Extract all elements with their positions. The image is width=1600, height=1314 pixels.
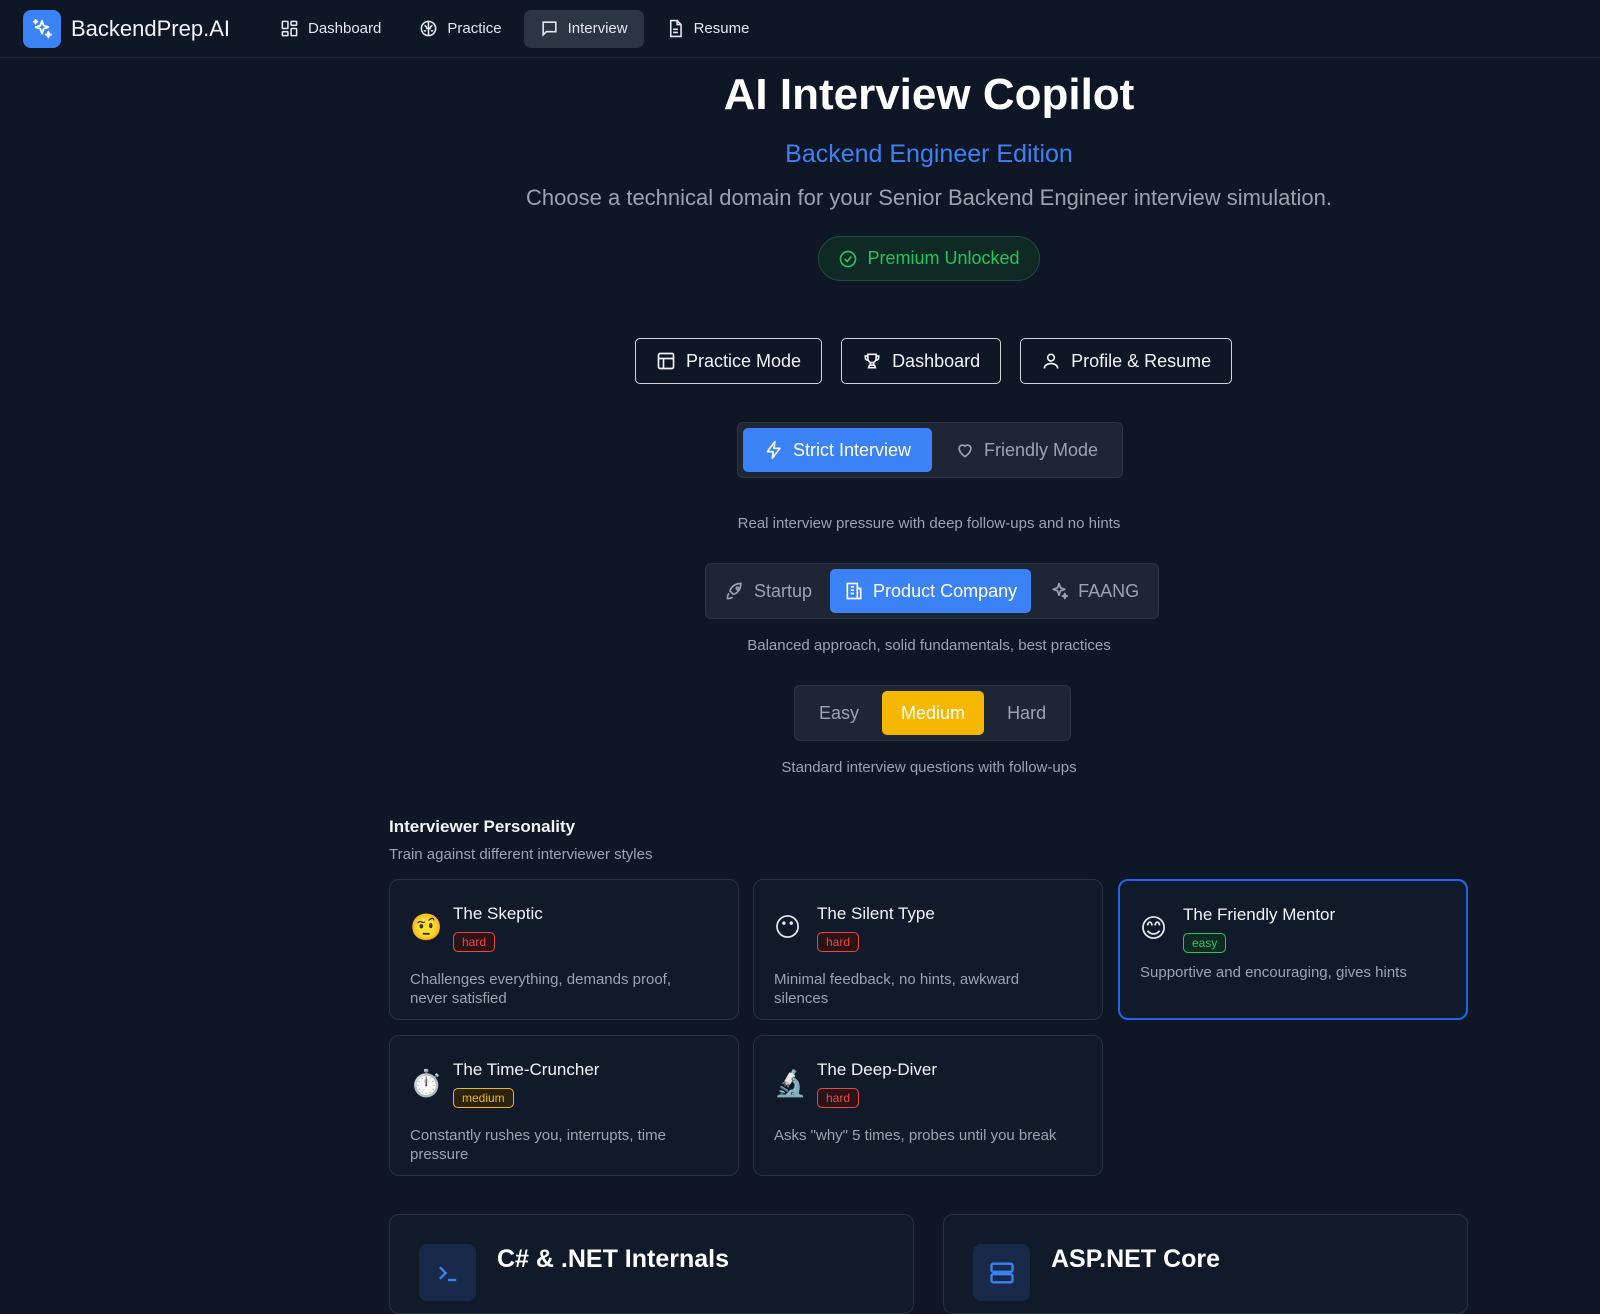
domain-card-aspnet[interactable]: ASP.NET Core (943, 1214, 1468, 1314)
difficulty-badge: hard (817, 932, 860, 952)
terminal-icon (419, 1244, 476, 1301)
premium-badge: Premium Unlocked (818, 236, 1040, 281)
nav-label: Resume (693, 20, 750, 37)
skeptic-face-icon: 🤨 (410, 912, 443, 942)
option-label: Friendly Mode (983, 439, 1099, 460)
personality-card-deep-diver[interactable]: 🔬 The Deep-Diver hard Asks "why" 5 times… (753, 1035, 1103, 1176)
building-icon (846, 582, 862, 600)
trophy-icon (864, 353, 880, 369)
sparkles-icon (23, 9, 61, 48)
difficulty-toggle: Easy Medium Hard (794, 685, 1072, 741)
nav-item-practice[interactable]: Practice (403, 10, 517, 48)
option-label: Startup (754, 580, 813, 601)
nav-item-interview[interactable]: Interview (523, 9, 644, 48)
personality-card-silent-type[interactable]: 😶 The Silent Type hard Minimal feedback,… (753, 879, 1103, 1020)
personality-card-friendly-mentor[interactable]: 😊 The Friendly Mentor easy Supportive an… (1118, 879, 1468, 1020)
profile-resume-button[interactable]: Profile & Resume (1020, 338, 1233, 384)
brain-icon (420, 20, 437, 37)
card-description: Minimal feedback, no hints, awkward sile… (774, 971, 1020, 1007)
check-circle-icon (840, 250, 857, 267)
faang-option[interactable]: FAANG (1035, 569, 1153, 613)
page-description: Choose a technical domain for your Senio… (526, 185, 1332, 210)
nav-label: Dashboard (307, 20, 382, 37)
difficulty-badge: hard (817, 1088, 860, 1108)
section-title: Interviewer Personality (389, 817, 576, 836)
difficulty-caption: Standard interview questions with follow… (781, 759, 1077, 776)
page-title: AI Interview Copilot (723, 70, 1135, 119)
top-navigation-bar: BackendPrep.AI Dashboard Practice Interv… (0, 0, 1600, 58)
user-icon (1043, 353, 1059, 369)
card-title: The Time-Cruncher (453, 1060, 600, 1079)
button-label: Dashboard (892, 350, 981, 371)
card-description: Challenges everything, demands proof, ne… (410, 971, 671, 1007)
section-subtitle: Train against different interviewer styl… (389, 846, 653, 863)
grid-icon (281, 20, 298, 37)
chat-icon (541, 21, 557, 37)
domain-title: C# & .NET Internals (497, 1245, 729, 1273)
friendly-mode-option[interactable]: Friendly Mode (936, 428, 1117, 472)
layout-icon (657, 352, 675, 370)
difficulty-badge: hard (453, 932, 496, 952)
card-description: Supportive and encouraging, gives hints (1140, 964, 1407, 981)
dashboard-button[interactable]: Dashboard (841, 338, 1002, 384)
company-type-caption: Balanced approach, solid fundamentals, b… (747, 637, 1111, 654)
strict-interview-option[interactable]: Strict Interview (743, 428, 932, 472)
difficulty-badge: easy (1183, 933, 1227, 953)
interview-mode-caption: Real interview pressure with deep follow… (737, 515, 1121, 532)
nav-item-dashboard[interactable]: Dashboard (264, 10, 397, 48)
personality-card-time-cruncher[interactable]: ⏱️ The Time-Cruncher medium Constantly r… (389, 1035, 739, 1176)
premium-label: Premium Unlocked (867, 248, 1020, 268)
brand-name: BackendPrep.AI (71, 15, 230, 41)
brand[interactable]: BackendPrep.AI (23, 9, 230, 48)
smiling-face-icon: 😊 (1140, 913, 1168, 943)
option-label: FAANG (1078, 580, 1140, 601)
card-title: The Friendly Mentor (1183, 905, 1336, 924)
microscope-icon: 🔬 (774, 1068, 807, 1098)
hard-option[interactable]: Hard (988, 691, 1065, 735)
medium-option[interactable]: Medium (882, 691, 985, 735)
company-type-toggle: Startup Product Company FAANG (705, 563, 1160, 619)
startup-option[interactable]: Startup (711, 569, 826, 613)
card-description: Constantly rushes you, interrupts, time … (410, 1127, 666, 1163)
nav-label: Practice (447, 20, 502, 37)
lightning-icon (766, 440, 781, 460)
easy-option[interactable]: Easy (800, 691, 878, 735)
page-subtitle: Backend Engineer Edition (785, 140, 1073, 168)
document-icon (669, 19, 682, 38)
button-label: Practice Mode (686, 350, 802, 371)
stopwatch-icon: ⏱️ (410, 1068, 443, 1098)
main-nav: Dashboard Practice Interview Resume (264, 9, 766, 48)
option-label: Strict Interview (792, 439, 912, 460)
option-label: Product Company (873, 580, 1018, 601)
quick-actions: Practice Mode Dashboard Profile & Resume (635, 338, 1233, 384)
domain-title: ASP.NET Core (1051, 1245, 1221, 1273)
card-title: The Skeptic (453, 904, 543, 923)
nav-item-resume[interactable]: Resume (650, 10, 766, 48)
sparkles-icon (1052, 582, 1069, 600)
silent-face-icon: 😶 (774, 912, 802, 942)
heart-icon (958, 444, 972, 458)
personality-card-skeptic[interactable]: 🤨 The Skeptic hard Challenges everything… (389, 879, 739, 1020)
practice-mode-button[interactable]: Practice Mode (635, 338, 823, 384)
product-company-option[interactable]: Product Company (830, 569, 1032, 613)
interview-mode-toggle: Strict Interview Friendly Mode (737, 422, 1123, 478)
rocket-icon (726, 582, 742, 600)
server-icon (973, 1244, 1030, 1301)
difficulty-badge: medium (453, 1088, 514, 1108)
card-description: Asks "why" 5 times, probes until you bre… (774, 1127, 1057, 1144)
nav-label: Interview (567, 20, 628, 37)
button-label: Profile & Resume (1071, 350, 1212, 371)
card-title: The Deep-Diver (817, 1060, 937, 1079)
card-title: The Silent Type (817, 904, 935, 923)
domain-card-csharp[interactable]: C# & .NET Internals (389, 1214, 914, 1314)
